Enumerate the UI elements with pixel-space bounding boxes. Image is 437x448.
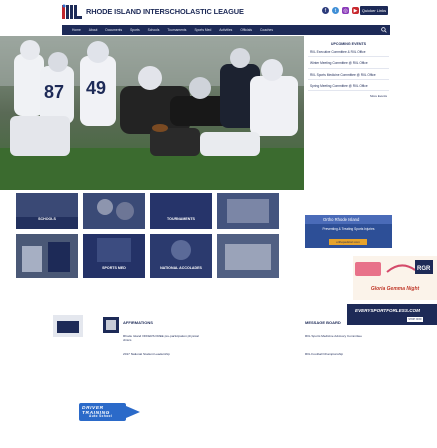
everysport-ad[interactable]: EVERYSPORTFORLESS.COM SHOP NOW xyxy=(347,304,437,325)
everysport-ad-title: EVERYSPORTFORLESS.COM xyxy=(355,308,420,313)
tile-photo-3-image xyxy=(16,234,78,278)
tile-sports-med[interactable]: SPORTS MED xyxy=(83,234,145,278)
upcoming-events-panel: UPCOMING EVENTS RIIL Executive Committee… xyxy=(305,36,392,98)
facebook-icon[interactable]: f xyxy=(322,7,329,14)
youtube-icon[interactable]: ▶ xyxy=(352,7,359,14)
message-item[interactable]: RIIL Sports Medicine Advisory Committee xyxy=(305,334,385,338)
message-board-heading: MESSAGE BOARD xyxy=(305,320,341,325)
nav-item-documents[interactable]: Documents xyxy=(101,28,126,32)
news-thumbnail[interactable] xyxy=(53,315,83,337)
ortho-ad-subtitle: Preventing & Treating Sports Injuries xyxy=(322,227,375,231)
tile-schools[interactable]: SCHOOLS xyxy=(16,193,78,229)
tile-tournaments-image xyxy=(150,193,212,229)
svg-text:87: 87 xyxy=(44,82,64,102)
tile-national-accolades[interactable]: NATIONAL ACCOLADES xyxy=(150,234,212,278)
tile-tournaments-label: TOURNAMENTS xyxy=(167,217,195,221)
news-item[interactable]: Rhode Island OFFERS FREE pre-participati… xyxy=(123,334,203,342)
nav-item-about[interactable]: About xyxy=(85,28,102,32)
gloria-ad-title: Gloria Gemma Night xyxy=(370,286,420,292)
tile-sports-med-label: SPORTS MED xyxy=(102,266,126,270)
site-name[interactable]: RHODE ISLAND INTERSCHOLASTIC LEAGUE xyxy=(86,7,244,16)
message-item[interactable]: RIIL Football Championship xyxy=(305,352,385,356)
news-thumbnail-image xyxy=(53,315,83,337)
event-item[interactable]: RIIL Executive Committee & RIIL Office xyxy=(308,48,389,58)
tile-national-accolades-label: NATIONAL ACCOLADES xyxy=(160,266,202,270)
event-title[interactable]: Spring Meeting Committee @ RIIL Office xyxy=(310,84,387,88)
tile-schools-image xyxy=(16,193,78,229)
driver-training-ad[interactable]: DRIVER TRAINING Auto School xyxy=(79,403,126,421)
nav-item-sports-med[interactable]: Sports Med xyxy=(190,28,215,32)
event-item[interactable]: Winter Meeting Committee @ RIIL Office xyxy=(308,59,389,69)
nav-item-coaches[interactable]: Coaches xyxy=(256,28,277,32)
event-title[interactable]: Winter Meeting Committee @ RIIL Office xyxy=(310,61,387,65)
message-thumbnail-image xyxy=(103,317,119,333)
quicker-links-button[interactable]: Quicker Links xyxy=(360,6,388,15)
ortho-rhode-island-ad[interactable]: Ortho Rhode Island Preventing & Treating… xyxy=(305,215,392,248)
tile-photo-1-image xyxy=(83,193,145,229)
gloria-badge: RGR xyxy=(417,266,431,272)
event-title[interactable]: RIIL Executive Committee & RIIL Office xyxy=(310,50,387,54)
message-thumbnail[interactable] xyxy=(103,317,119,333)
nav-item-tournaments[interactable]: Tournaments xyxy=(163,28,190,32)
tile-photo-3[interactable] xyxy=(16,234,78,278)
main-nav: Home About Documents Sports Schools Tour… xyxy=(62,25,390,35)
driver-ad-subtitle: Auto School xyxy=(89,414,113,418)
news-item[interactable]: 2017 National Student Leadership xyxy=(123,352,203,356)
tile-photo-4-image xyxy=(217,234,279,278)
riil-logo[interactable] xyxy=(62,4,84,20)
event-title[interactable]: RIIL Sports Medicine Committee @ RIIL Of… xyxy=(310,73,387,77)
football-game-image: 87 49 xyxy=(0,36,304,190)
ortho-ad-title: Ortho Rhode Island xyxy=(305,215,392,224)
more-events-link[interactable]: More Events xyxy=(305,94,387,98)
tile-photo-2-image xyxy=(217,193,279,229)
twitter-icon[interactable]: t xyxy=(332,7,339,14)
everysport-shop-button[interactable]: SHOP NOW xyxy=(407,317,423,322)
tile-schools-label: SCHOOLS xyxy=(38,217,56,221)
tile-photo-4[interactable] xyxy=(217,234,279,278)
tile-national-accolades-image xyxy=(150,234,212,278)
hero-photo-football[interactable]: 87 49 xyxy=(0,36,304,190)
news-heading: AFFIRMATIONS xyxy=(123,320,153,325)
event-item[interactable]: Spring Meeting Committee @ RIIL Office xyxy=(308,82,389,92)
nav-item-schools[interactable]: Schools xyxy=(144,28,164,32)
search-icon[interactable] xyxy=(381,27,387,33)
arrow-right-icon xyxy=(126,406,140,418)
site-header: RHODE ISLAND INTERSCHOLASTIC LEAGUE f t … xyxy=(0,0,437,24)
gloria-gemma-graphic: RGR xyxy=(355,260,433,276)
nav-item-activities[interactable]: Activities xyxy=(215,28,236,32)
instagram-icon[interactable]: ◎ xyxy=(342,7,349,14)
nav-item-sports[interactable]: Sports xyxy=(126,28,144,32)
tile-sports-med-image xyxy=(83,234,145,278)
tile-photo-2[interactable] xyxy=(217,193,279,229)
nav-item-officials[interactable]: Officials xyxy=(236,28,256,32)
svg-text:49: 49 xyxy=(86,78,106,98)
events-heading: UPCOMING EVENTS xyxy=(330,42,367,46)
nav-item-home[interactable]: Home xyxy=(68,28,85,32)
ortho-ad-button[interactable]: orthopedicsri.com xyxy=(329,239,367,245)
tile-tournaments[interactable]: TOURNAMENTS xyxy=(150,193,212,229)
gloria-gemma-ad[interactable]: RGR Gloria Gemma Night xyxy=(353,256,437,300)
event-item[interactable]: RIIL Sports Medicine Committee @ RIIL Of… xyxy=(308,71,389,80)
tile-photo-1[interactable] xyxy=(83,193,145,229)
